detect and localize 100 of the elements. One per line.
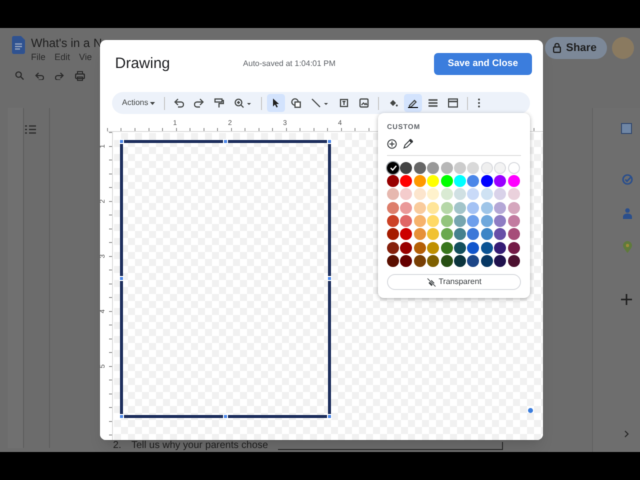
color-swatch[interactable]: [427, 174, 440, 187]
color-swatch[interactable]: [454, 162, 466, 174]
color-swatch[interactable]: [467, 202, 480, 214]
redo-icon[interactable]: [55, 72, 64, 80]
color-swatch[interactable]: [508, 215, 520, 228]
undo-icon[interactable]: [35, 72, 44, 80]
outline-icon[interactable]: [25, 125, 36, 134]
color-swatch[interactable]: [508, 174, 520, 187]
resize-handle[interactable]: [119, 276, 124, 281]
resize-handle[interactable]: [327, 139, 332, 144]
color-swatch[interactable]: [400, 202, 412, 214]
color-swatch[interactable]: [454, 228, 466, 240]
pencil-button[interactable]: [404, 94, 422, 112]
color-swatch[interactable]: [427, 228, 440, 240]
color-swatch[interactable]: [400, 215, 412, 228]
resize-handle[interactable]: [119, 139, 124, 144]
color-swatch[interactable]: [480, 215, 493, 228]
color-swatch[interactable]: [494, 162, 506, 174]
print-icon[interactable]: [75, 70, 85, 80]
color-swatch[interactable]: [414, 242, 426, 254]
color-swatch[interactable]: [387, 174, 399, 187]
color-swatch[interactable]: [440, 255, 453, 268]
color-swatch[interactable]: [414, 188, 426, 200]
color-swatch[interactable]: [467, 242, 480, 254]
color-swatch[interactable]: [454, 255, 466, 268]
color-swatch[interactable]: [494, 255, 506, 268]
resize-handle[interactable]: [223, 139, 228, 144]
color-swatch[interactable]: [454, 202, 466, 214]
color-swatch[interactable]: [454, 188, 466, 200]
menu-item[interactable]: Vie: [79, 51, 92, 64]
color-swatch[interactable]: [440, 215, 453, 228]
color-swatch[interactable]: [387, 255, 399, 268]
menu-item[interactable]: File: [31, 51, 46, 64]
actions-menu[interactable]: Actions: [118, 94, 160, 112]
color-swatch[interactable]: [400, 255, 412, 268]
color-swatch[interactable]: [467, 174, 480, 187]
color-swatch[interactable]: [508, 188, 520, 200]
color-swatch[interactable]: [494, 174, 506, 187]
color-swatch[interactable]: [454, 174, 466, 187]
answer-line[interactable]: [278, 442, 504, 450]
color-swatch[interactable]: [467, 215, 480, 228]
color-swatch[interactable]: [400, 188, 412, 200]
color-swatch[interactable]: [414, 202, 426, 214]
color-swatch[interactable]: [494, 202, 506, 214]
color-swatch[interactable]: [480, 228, 493, 240]
color-swatch[interactable]: [427, 255, 440, 268]
share-button[interactable]: Share: [545, 37, 607, 59]
color-swatch[interactable]: [400, 162, 412, 174]
color-swatch[interactable]: [494, 242, 506, 254]
color-swatch[interactable]: [427, 162, 440, 174]
resize-handle[interactable]: [223, 414, 228, 419]
color-swatch[interactable]: [494, 188, 506, 200]
color-swatch[interactable]: [467, 228, 480, 240]
color-swatch[interactable]: [414, 215, 426, 228]
color-swatch[interactable]: [387, 228, 399, 240]
save-and-close-button[interactable]: Save and Close: [434, 53, 532, 75]
color-swatch[interactable]: [387, 202, 399, 214]
color-swatch[interactable]: [454, 215, 466, 228]
calendar-icon[interactable]: [621, 123, 632, 134]
color-swatch[interactable]: [480, 174, 493, 187]
color-swatch[interactable]: [440, 242, 453, 254]
menu-item[interactable]: Edit: [54, 51, 70, 64]
color-swatch[interactable]: [440, 188, 453, 200]
resize-handle[interactable]: [119, 414, 124, 419]
color-swatch[interactable]: [440, 174, 453, 187]
pointer-button[interactable]: [267, 94, 286, 112]
color-swatch[interactable]: [467, 162, 480, 174]
transparent-button[interactable]: Transparent: [387, 274, 521, 290]
color-swatch[interactable]: [414, 255, 426, 268]
color-swatch[interactable]: [387, 162, 399, 174]
color-swatch[interactable]: [454, 242, 466, 254]
color-swatch[interactable]: [467, 255, 480, 268]
color-swatch[interactable]: [480, 202, 493, 214]
document-icon[interactable]: [12, 36, 25, 54]
color-swatch[interactable]: [494, 215, 506, 228]
color-swatch[interactable]: [508, 242, 520, 254]
color-swatch[interactable]: [480, 242, 493, 254]
color-swatch[interactable]: [440, 162, 453, 174]
add-circle-icon[interactable]: [387, 138, 397, 148]
color-swatch[interactable]: [480, 188, 493, 200]
color-swatch[interactable]: [387, 188, 399, 200]
search-icon[interactable]: [15, 71, 24, 80]
resize-handle[interactable]: [327, 276, 332, 281]
color-swatch[interactable]: [480, 255, 493, 268]
color-swatch[interactable]: [400, 228, 412, 240]
color-swatch[interactable]: [467, 188, 480, 200]
plus-icon[interactable]: [621, 294, 632, 305]
chevron-right-icon[interactable]: [624, 430, 629, 438]
color-swatch[interactable]: [508, 202, 520, 214]
color-swatch[interactable]: [414, 174, 426, 187]
color-swatch[interactable]: [427, 188, 440, 200]
color-swatch[interactable]: [414, 162, 426, 174]
resize-handle[interactable]: [327, 414, 332, 419]
color-swatch[interactable]: [427, 202, 440, 214]
color-swatch[interactable]: [427, 242, 440, 254]
color-swatch[interactable]: [387, 242, 399, 254]
color-swatch[interactable]: [414, 228, 426, 240]
rectangle-shape[interactable]: [120, 140, 331, 418]
color-swatch[interactable]: [440, 228, 453, 240]
color-swatch[interactable]: [440, 202, 453, 214]
